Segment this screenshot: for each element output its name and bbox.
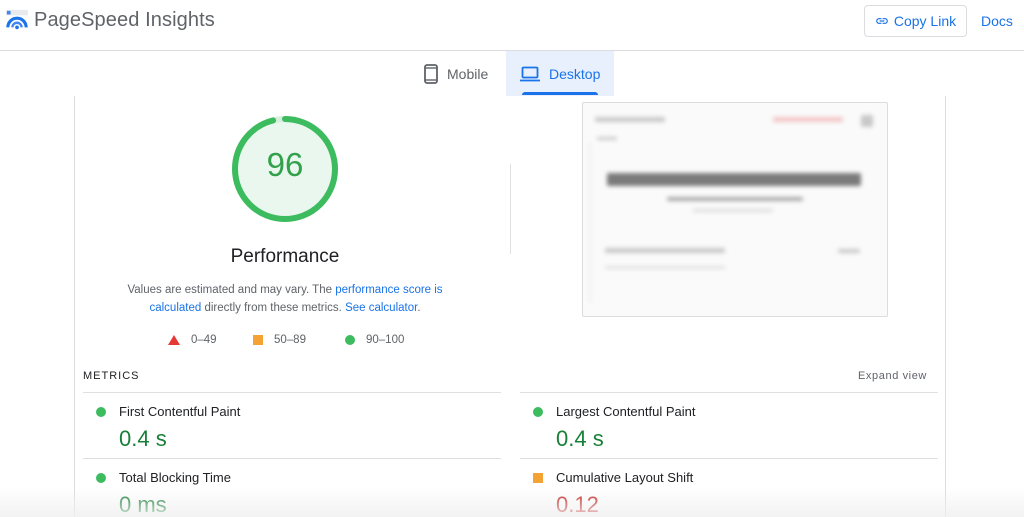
average-status-icon (533, 473, 543, 483)
phone-icon (424, 63, 438, 84)
legend-poor: 0–49 (168, 334, 217, 346)
desc-suffix: . (417, 302, 421, 314)
device-tabs: Mobile Desktop (0, 51, 1024, 96)
performance-title: Performance (230, 246, 340, 267)
blurred-content (693, 209, 773, 212)
copy-link-button[interactable]: Copy Link (864, 5, 967, 37)
metric-value: 0.12 (556, 492, 599, 517)
metric-first-contentful-paint: First Contentful Paint 0.4 s (83, 392, 501, 458)
good-status-icon (96, 407, 106, 417)
metric-name: Largest Contentful Paint (556, 404, 696, 419)
performance-description: Values are estimated and may vary. The p… (110, 281, 460, 317)
good-status-icon (96, 473, 106, 483)
copy-link-label: Copy Link (893, 13, 957, 29)
docs-link[interactable]: Docs (981, 13, 1013, 29)
metric-value: 0.4 s (119, 426, 167, 451)
see-calculator-link[interactable]: See calculator (345, 302, 417, 314)
metrics-heading: METRICS (83, 370, 140, 382)
tab-mobile[interactable]: Mobile (412, 51, 506, 96)
tab-desktop-label: Desktop (549, 65, 601, 82)
metric-value: 0 ms (119, 492, 167, 517)
desc-mid: directly from these metrics. (201, 302, 346, 314)
link-icon (876, 18, 888, 24)
legend-average: 50–89 (253, 334, 306, 346)
tab-mobile-label: Mobile (447, 65, 489, 82)
legend-good-label: 90–100 (366, 334, 405, 346)
expand-view-toggle[interactable]: Expand view (858, 370, 927, 382)
square-icon (253, 335, 263, 345)
blurred-content (589, 143, 591, 303)
good-status-icon (533, 407, 543, 417)
metric-value: 0.4 s (556, 426, 604, 451)
blurred-content (605, 248, 725, 253)
blurred-content (595, 117, 665, 122)
desc-prefix: Values are estimated and may vary. The (127, 284, 336, 296)
performance-score: 96 (266, 146, 304, 183)
blurred-content (838, 249, 860, 253)
triangle-icon (168, 335, 180, 345)
circle-icon (345, 335, 355, 345)
blurred-content (861, 115, 873, 127)
tab-desktop[interactable]: Desktop (506, 51, 614, 96)
page-screenshot-thumbnail (582, 102, 888, 317)
blurred-content (605, 266, 725, 269)
blurred-content (597, 137, 617, 140)
metric-name: Cumulative Layout Shift (556, 470, 694, 485)
pagespeed-logo-icon (6, 9, 28, 30)
vertical-divider (510, 164, 511, 254)
metric-cumulative-layout-shift: Cumulative Layout Shift 0.12 (520, 458, 938, 517)
legend-good: 90–100 (345, 334, 404, 346)
app-title: PageSpeed Insights (34, 9, 215, 31)
laptop-icon (520, 66, 540, 81)
blurred-content (773, 117, 843, 122)
metric-name: First Contentful Paint (119, 404, 241, 419)
blurred-content (667, 197, 803, 201)
metric-largest-contentful-paint: Largest Contentful Paint 0.4 s (520, 392, 938, 458)
selected-tab-indicator (522, 92, 598, 95)
metric-total-blocking-time: Total Blocking Time 0 ms (83, 458, 501, 517)
metric-name: Total Blocking Time (119, 470, 231, 485)
legend-average-label: 50–89 (274, 334, 306, 346)
top-header: PageSpeed Insights Copy Link Docs (0, 0, 1024, 51)
legend-poor-label: 0–49 (191, 334, 217, 346)
blurred-content (607, 173, 861, 186)
